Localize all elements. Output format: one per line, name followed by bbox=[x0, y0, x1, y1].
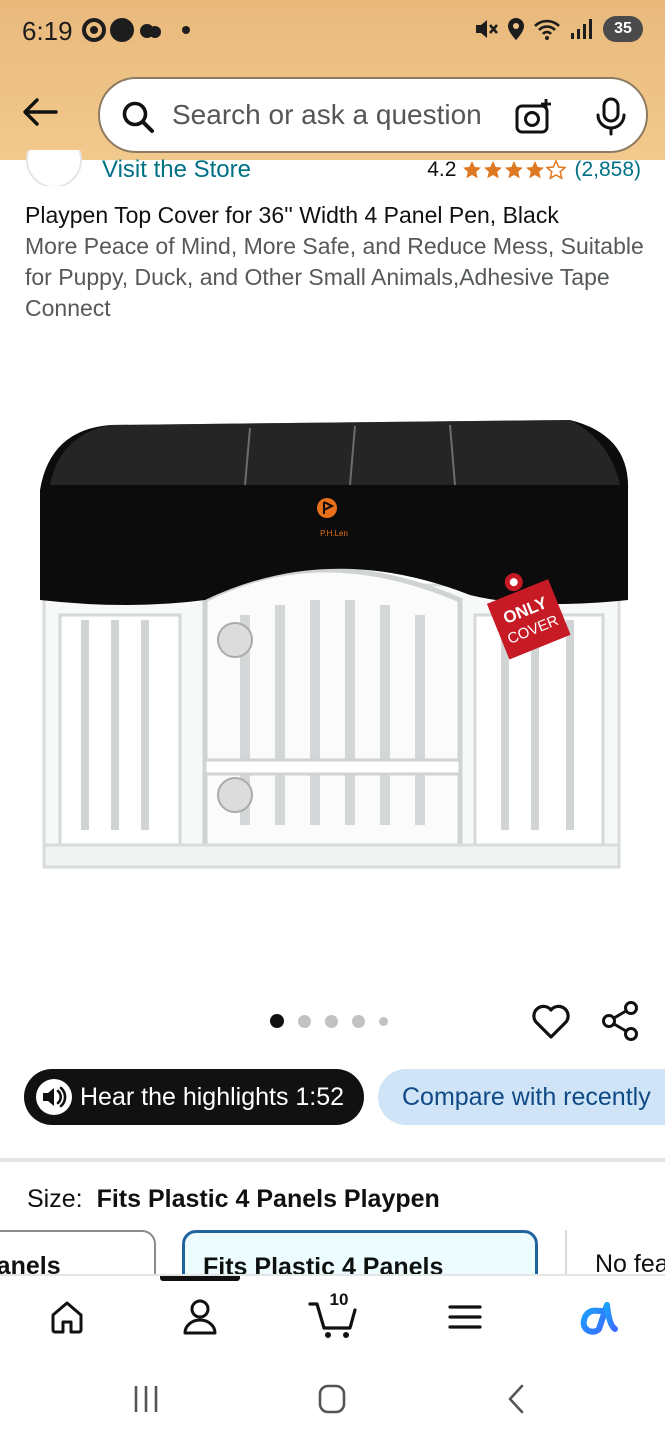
star-empty-icon bbox=[546, 160, 567, 180]
back-button[interactable] bbox=[18, 90, 62, 134]
star-full-icon bbox=[463, 161, 482, 179]
status-bar: 6:19 35 bbox=[0, 0, 665, 64]
mute-icon bbox=[476, 20, 498, 38]
size-option[interactable]: No fea bbox=[565, 1230, 665, 1274]
hear-highlights-label: Hear the highlights 1:52 bbox=[80, 1083, 345, 1111]
battery-indicator: 35 bbox=[603, 16, 643, 42]
star-full-icon bbox=[484, 161, 503, 179]
search-input[interactable] bbox=[172, 95, 492, 135]
microphone-icon[interactable] bbox=[594, 97, 628, 137]
status-time: 6:19 bbox=[22, 16, 73, 46]
notification-icon bbox=[82, 18, 106, 42]
weather-icon bbox=[140, 24, 161, 38]
nav-account[interactable] bbox=[175, 1292, 225, 1342]
size-option[interactable]: Panels bbox=[0, 1230, 156, 1274]
nav-menu[interactable] bbox=[440, 1292, 490, 1342]
search-bar[interactable] bbox=[98, 77, 648, 153]
more-notifications-dot bbox=[182, 26, 190, 34]
menu-icon bbox=[448, 1305, 482, 1329]
nav-active-indicator bbox=[160, 1276, 240, 1281]
wifi-icon bbox=[534, 19, 560, 40]
cart-count: 10 bbox=[329, 1290, 349, 1309]
system-back-icon[interactable] bbox=[498, 1382, 538, 1416]
carousel-dot[interactable] bbox=[379, 1016, 388, 1026]
carousel-dot-active[interactable] bbox=[270, 1014, 284, 1028]
share-icon[interactable] bbox=[600, 1000, 642, 1042]
signal-icon bbox=[571, 19, 592, 39]
heart-icon[interactable] bbox=[530, 1000, 572, 1042]
system-navigation-bar bbox=[0, 1358, 665, 1440]
carousel-dot[interactable] bbox=[325, 1014, 338, 1028]
rating-stars bbox=[462, 160, 567, 180]
rufus-icon bbox=[580, 1302, 618, 1335]
recent-apps-icon[interactable] bbox=[126, 1382, 166, 1416]
hear-highlights-button[interactable]: Hear the highlights 1:52 bbox=[24, 1069, 364, 1125]
compare-button[interactable]: Compare with recently bbox=[378, 1069, 665, 1125]
arrow-left-icon bbox=[23, 98, 58, 126]
size-selected-value: Fits Plastic 4 Panels Playpen bbox=[96, 1185, 440, 1213]
carousel-dot[interactable] bbox=[352, 1014, 365, 1028]
compare-label: Compare with recently bbox=[402, 1083, 651, 1111]
rating-summary[interactable]: 4.2 (2,858) bbox=[427, 158, 641, 182]
rating-count[interactable]: (2,858) bbox=[574, 158, 641, 182]
image-carousel-dots[interactable] bbox=[270, 1014, 388, 1028]
account-icon bbox=[183, 1299, 217, 1335]
rating-value: 4.2 bbox=[427, 158, 457, 181]
size-options: Panels Fits Plastic 4 Panels No fea bbox=[0, 1230, 665, 1274]
star-full-icon bbox=[526, 161, 545, 179]
product-image-brand: P.H.Len bbox=[320, 529, 348, 538]
status-notification-icons bbox=[82, 18, 190, 42]
product-title-main: Playpen Top Cover for 36'' Width 4 Panel… bbox=[25, 202, 559, 228]
carousel-dot[interactable] bbox=[298, 1014, 311, 1028]
size-option-label: Panels bbox=[0, 1252, 61, 1274]
store-rating-row: Visit the Store 4.2 (2,858) bbox=[0, 150, 665, 186]
nav-rufus[interactable] bbox=[574, 1292, 624, 1342]
product-image[interactable]: P.H.Len ONLY COVER bbox=[30, 410, 635, 880]
size-option-selected[interactable]: Fits Plastic 4 Panels bbox=[182, 1230, 538, 1274]
audio-speaker-icon bbox=[36, 1079, 72, 1115]
store-logo[interactable] bbox=[26, 150, 82, 186]
location-icon bbox=[508, 18, 524, 40]
home-button-icon[interactable] bbox=[312, 1382, 352, 1416]
section-divider bbox=[0, 1158, 665, 1162]
size-selector-header: Size: Fits Plastic 4 Panels Playpen bbox=[27, 1185, 440, 1214]
bottom-navigation: 10 bbox=[0, 1274, 665, 1358]
home-icon bbox=[51, 1301, 83, 1334]
app-header: 6:19 35 bbox=[0, 0, 665, 160]
size-option-label: Fits Plastic 4 Panels bbox=[203, 1253, 444, 1274]
notification-icon bbox=[110, 18, 134, 42]
product-title-subtitle: More Peace of Mind, More Safe, and Reduc… bbox=[25, 233, 644, 321]
status-system-icons: 35 bbox=[473, 16, 643, 42]
size-label: Size: bbox=[27, 1185, 83, 1213]
nav-cart[interactable]: 10 bbox=[308, 1290, 362, 1342]
nav-home[interactable] bbox=[42, 1292, 92, 1342]
visit-store-link[interactable]: Visit the Store bbox=[102, 156, 251, 184]
product-title: Playpen Top Cover for 36'' Width 4 Panel… bbox=[25, 200, 645, 324]
size-option-label: No fea bbox=[595, 1250, 665, 1274]
star-full-icon bbox=[505, 161, 524, 179]
search-icon bbox=[122, 101, 154, 133]
camera-search-icon[interactable] bbox=[514, 97, 554, 137]
